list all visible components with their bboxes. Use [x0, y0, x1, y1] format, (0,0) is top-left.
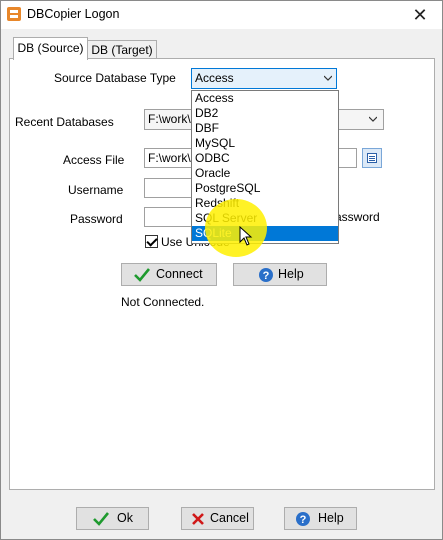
dropdown-option-mysql[interactable]: MySQL	[192, 136, 338, 151]
green-check-icon	[134, 268, 150, 282]
ok-button[interactable]: Ok	[76, 507, 149, 530]
recent-databases-value: F:\work\	[148, 112, 191, 126]
access-file-label: Access File	[63, 153, 125, 167]
svg-text:?: ?	[263, 270, 270, 282]
browse-file-icon	[367, 153, 377, 163]
username-label: Username	[68, 183, 124, 197]
dropdown-option-db2[interactable]: DB2	[192, 106, 338, 121]
window-title: DBCopier Logon	[27, 7, 120, 21]
access-file-value: F:\work\	[148, 151, 191, 165]
tab-db-target[interactable]: DB (Target)	[87, 40, 157, 59]
chevron-down-icon	[324, 75, 332, 81]
help-question-icon: ?	[296, 512, 310, 526]
source-type-label: Source Database Type	[54, 71, 176, 85]
chevron-down-icon	[369, 116, 377, 122]
dropdown-option-access[interactable]: Access	[192, 91, 338, 106]
cursor-highlight	[205, 199, 267, 257]
cancel-button-label: Cancel	[210, 511, 249, 525]
logon-dialog: DBCopier Logon ✕ DB (Source) DB (Target)…	[0, 0, 443, 540]
browse-file-button[interactable]	[362, 148, 382, 168]
use-unicode-checkbox[interactable]	[145, 235, 158, 248]
dbcopier-app-icon	[7, 7, 21, 21]
close-button[interactable]: ✕	[408, 4, 432, 26]
username-input[interactable]	[144, 178, 196, 198]
help-button-label: Help	[278, 267, 304, 281]
red-x-icon	[192, 513, 204, 525]
password-label: Password	[70, 212, 123, 226]
connection-status: Not Connected.	[121, 295, 205, 309]
cancel-button[interactable]: Cancel	[181, 507, 254, 530]
title-bar: DBCopier Logon ✕	[1, 1, 442, 29]
mouse-pointer-icon	[239, 226, 253, 246]
dropdown-option-oracle[interactable]: Oracle	[192, 166, 338, 181]
dropdown-option-odbc[interactable]: ODBC	[192, 151, 338, 166]
password-input[interactable]	[144, 207, 196, 227]
dropdown-option-postgresql[interactable]: PostgreSQL	[192, 181, 338, 196]
help-button[interactable]: ? Help	[233, 263, 327, 286]
dropdown-option-dbf[interactable]: DBF	[192, 121, 338, 136]
source-type-value: Access	[195, 71, 234, 85]
help-bottom-button-label: Help	[318, 511, 344, 525]
connect-button[interactable]: Connect	[121, 263, 217, 286]
source-type-combo[interactable]: Access	[191, 68, 337, 89]
save-password-label: assword	[335, 210, 380, 224]
help-question-icon: ?	[259, 268, 273, 282]
connect-button-label: Connect	[156, 267, 203, 281]
help-bottom-button[interactable]: ? Help	[284, 507, 357, 530]
green-check-icon	[93, 512, 109, 526]
svg-text:?: ?	[300, 514, 307, 526]
tab-db-source[interactable]: DB (Source)	[13, 37, 88, 60]
ok-button-label: Ok	[117, 511, 133, 525]
recent-databases-label: Recent Databases	[15, 115, 114, 129]
